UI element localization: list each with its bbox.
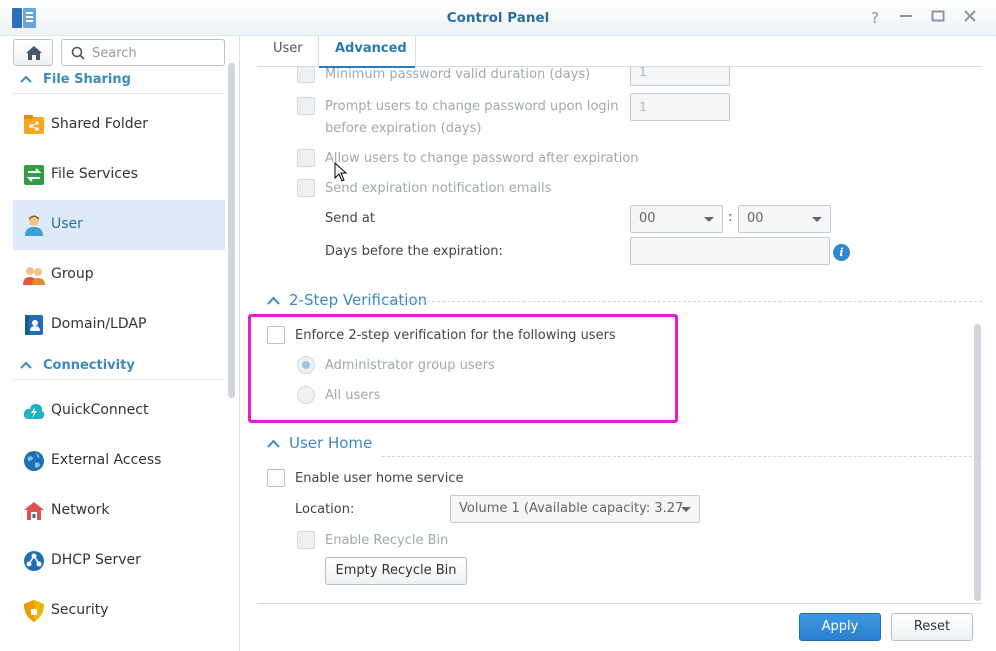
sidebar-item-quickconnect[interactable]: QuickConnect — [13, 386, 225, 436]
send-at-minute-select[interactable]: 00 — [738, 205, 831, 233]
send-notification-checkbox[interactable] — [297, 179, 315, 197]
min-duration-field[interactable]: 1 — [630, 67, 730, 86]
chevron-down-icon — [704, 217, 714, 222]
tab-advanced[interactable]: Advanced — [319, 36, 416, 68]
section-divider — [382, 301, 982, 302]
sidebar-item-domain-ldap[interactable]: Domain/LDAP — [13, 300, 225, 350]
enforce-2step-label: Enforce 2-step verification for the foll… — [295, 328, 616, 343]
send-notification-label: Send expiration notification emails — [325, 181, 552, 196]
mouse-cursor-icon — [334, 162, 348, 182]
enable-home-checkbox[interactable] — [267, 469, 285, 487]
chevron-down-icon — [812, 217, 822, 222]
info-icon[interactable]: i — [833, 244, 850, 261]
prompt-change-label-1: Prompt users to change password upon log… — [325, 99, 619, 114]
min-duration-checkbox[interactable] — [297, 67, 315, 83]
allow-change-checkbox[interactable] — [297, 149, 315, 167]
search-input[interactable] — [92, 44, 220, 62]
group-icon — [23, 267, 45, 285]
shield-icon — [24, 600, 44, 622]
search-box[interactable] — [61, 39, 225, 66]
days-before-field[interactable] — [630, 237, 830, 265]
dhcp-server-icon — [24, 551, 44, 571]
maximize-icon[interactable] — [928, 8, 948, 28]
chevron-up-icon — [20, 361, 32, 369]
recycle-bin-label: Enable Recycle Bin — [325, 533, 449, 548]
chevron-up-icon — [20, 75, 32, 83]
sidebar-item-network[interactable]: Network — [13, 486, 225, 536]
location-label: Location: — [295, 502, 355, 517]
window-title: Control Panel — [446, 10, 550, 26]
tab-bar: User Advanced — [257, 36, 982, 68]
sidebar-item-security[interactable]: Security — [13, 586, 225, 636]
days-before-label: Days before the expiration: — [325, 244, 503, 259]
sidebar-item-user[interactable]: User — [13, 200, 225, 250]
send-at-hour-select[interactable]: 00 — [630, 205, 723, 233]
home-button[interactable] — [13, 39, 53, 66]
apply-button[interactable]: Apply — [799, 613, 881, 641]
advanced-settings-panel: Minimum password valid duration (days) 1… — [257, 67, 982, 603]
prompt-days-field[interactable]: 1 — [630, 93, 730, 121]
chevron-up-icon — [267, 439, 280, 448]
send-at-label: Send at — [325, 211, 375, 226]
sidebar-item-shared-folder[interactable]: Shared Folder — [13, 100, 225, 150]
all-users-radio[interactable] — [297, 386, 315, 404]
min-duration-label: Minimum password valid duration (days) — [325, 67, 591, 82]
reset-button[interactable]: Reset — [891, 613, 973, 641]
chevron-down-icon — [681, 507, 691, 512]
time-separator: : — [728, 210, 733, 225]
user-icon — [25, 215, 43, 236]
section-divider — [382, 456, 982, 457]
file-services-icon — [24, 165, 44, 185]
sidebar-item-group[interactable]: Group — [13, 250, 225, 300]
category-connectivity[interactable]: Connectivity — [13, 354, 225, 380]
category-file-sharing[interactable]: File Sharing — [13, 68, 225, 94]
sidebar-scrollbar[interactable] — [228, 63, 235, 398]
shared-folder-icon — [24, 115, 44, 134]
search-icon — [71, 46, 85, 60]
title-bar: Control Panel ? — [0, 0, 996, 36]
chevron-up-icon — [267, 296, 280, 305]
sidebar-item-dhcp-server[interactable]: DHCP Server — [13, 536, 225, 586]
prompt-change-label-2: before expiration (days) — [325, 121, 482, 136]
sidebar-item-file-services[interactable]: File Services — [13, 150, 225, 200]
allow-change-label: Allow users to change password after exp… — [325, 151, 639, 166]
help-icon[interactable]: ? — [865, 8, 885, 28]
sidebar: File Sharing Shared Folder File Services… — [0, 36, 240, 651]
admin-group-radio[interactable] — [297, 356, 315, 374]
sidebar-item-external-access[interactable]: External Access — [13, 436, 225, 486]
minimize-icon[interactable] — [896, 8, 916, 28]
recycle-bin-checkbox[interactable] — [297, 531, 315, 549]
admin-group-label: Administrator group users — [325, 358, 495, 373]
domain-ldap-icon — [25, 315, 43, 335]
external-access-icon — [24, 451, 44, 471]
close-icon[interactable] — [960, 8, 980, 28]
quickconnect-icon — [23, 403, 45, 419]
content-scrollbar[interactable] — [974, 324, 981, 601]
enable-home-label: Enable user home service — [295, 471, 464, 486]
all-users-label: All users — [325, 388, 381, 403]
tab-user[interactable]: User — [257, 36, 319, 67]
home-icon — [26, 46, 42, 60]
enforce-2step-checkbox[interactable] — [267, 326, 285, 344]
network-icon — [24, 502, 44, 520]
empty-recycle-bin-button[interactable]: Empty Recycle Bin — [325, 557, 467, 585]
prompt-change-checkbox[interactable] — [297, 97, 315, 115]
location-select[interactable]: Volume 1 (Available capacity: 3.27 — [450, 495, 700, 523]
